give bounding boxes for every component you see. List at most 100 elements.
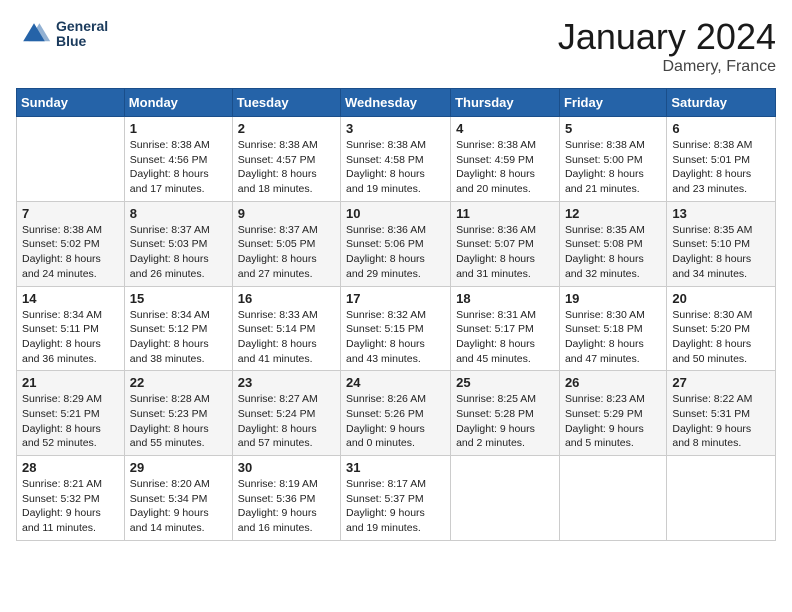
day-info: Sunrise: 8:35 AMSunset: 5:10 PMDaylight:… [672, 223, 770, 282]
day-cell: 14 Sunrise: 8:34 AMSunset: 5:11 PMDayligh… [17, 286, 125, 371]
day-info: Sunrise: 8:33 AMSunset: 5:14 PMDaylight:… [238, 308, 335, 367]
title-area: January 2024 Damery, France [558, 16, 776, 76]
day-cell: 20Sunrise: 8:30 AMSunset: 5:20 PMDayligh… [667, 286, 776, 371]
calendar-body: 1 Sunrise: 8:38 AMSunset: 4:56 PMDaylight… [17, 117, 776, 541]
day-cell [17, 117, 125, 202]
day-number: 11 [456, 206, 554, 221]
day-cell: 5 Sunrise: 8:38 AMSunset: 5:00 PMDaylight… [559, 117, 666, 202]
day-cell: 10 Sunrise: 8:36 AMSunset: 5:06 PMDayligh… [341, 201, 451, 286]
day-number: 13 [672, 206, 770, 221]
day-number: 21 [22, 375, 119, 390]
day-cell: 18Sunrise: 8:31 AMSunset: 5:17 PMDayligh… [451, 286, 560, 371]
logo-line2: Blue [56, 34, 108, 49]
month-title: January 2024 [558, 16, 776, 58]
day-cell [667, 456, 776, 541]
day-cell: 30 Sunrise: 8:19 AMSunset: 5:36 PMDayligh… [232, 456, 340, 541]
day-info: Sunrise: 8:36 AMSunset: 5:07 PMDaylight:… [456, 223, 554, 282]
day-cell: 9Sunrise: 8:37 AMSunset: 5:05 PMDaylight… [232, 201, 340, 286]
week-row-5: 28Sunrise: 8:21 AMSunset: 5:32 PMDayligh… [17, 456, 776, 541]
day-number: 20 [672, 291, 770, 306]
day-cell: 6Sunrise: 8:38 AMSunset: 5:01 PMDaylight… [667, 117, 776, 202]
day-cell: 12 Sunrise: 8:35 AMSunset: 5:08 PMDayligh… [559, 201, 666, 286]
page-header: General Blue January 2024 Damery, France [16, 16, 776, 76]
logo-icon [16, 16, 52, 52]
location-title: Damery, France [558, 58, 776, 76]
logo-text: General Blue [56, 19, 108, 50]
day-cell: 19Sunrise: 8:30 AMSunset: 5:18 PMDayligh… [559, 286, 666, 371]
day-cell: 8 Sunrise: 8:37 AMSunset: 5:03 PMDaylight… [124, 201, 232, 286]
day-cell: 2Sunrise: 8:38 AMSunset: 4:57 PMDaylight… [232, 117, 340, 202]
day-cell [451, 456, 560, 541]
day-number: 14 [22, 291, 119, 306]
day-info: Sunrise: 8:23 AMSunset: 5:29 PMDaylight:… [565, 392, 661, 451]
day-cell [559, 456, 666, 541]
day-info: Sunrise: 8:32 AMSunset: 5:15 PMDaylight:… [346, 308, 445, 367]
day-number: 31 [346, 460, 445, 475]
day-cell: 13 Sunrise: 8:35 AMSunset: 5:10 PMDayligh… [667, 201, 776, 286]
day-number: 24 [346, 375, 445, 390]
day-number: 10 [346, 206, 445, 221]
day-cell: 31Sunrise: 8:17 AMSunset: 5:37 PMDayligh… [341, 456, 451, 541]
day-info: Sunrise: 8:20 AMSunset: 5:34 PMDaylight:… [130, 477, 227, 536]
day-info: Sunrise: 8:38 AMSunset: 5:00 PMDaylight:… [565, 138, 661, 197]
day-cell: 7 Sunrise: 8:38 AMSunset: 5:02 PMDaylight… [17, 201, 125, 286]
logo: General Blue [16, 16, 108, 52]
day-number: 4 [456, 121, 554, 136]
column-header-wednesday: Wednesday [341, 89, 451, 117]
column-header-tuesday: Tuesday [232, 89, 340, 117]
day-info: Sunrise: 8:34 AMSunset: 5:11 PMDaylight:… [22, 308, 119, 367]
day-cell: 11 Sunrise: 8:36 AMSunset: 5:07 PMDayligh… [451, 201, 560, 286]
day-cell: 29 Sunrise: 8:20 AMSunset: 5:34 PMDayligh… [124, 456, 232, 541]
column-header-friday: Friday [559, 89, 666, 117]
day-info: Sunrise: 8:22 AMSunset: 5:31 PMDaylight:… [672, 392, 770, 451]
day-cell: 1 Sunrise: 8:38 AMSunset: 4:56 PMDaylight… [124, 117, 232, 202]
day-number: 3 [346, 121, 445, 136]
logo-line1: General [56, 19, 108, 34]
day-info: Sunrise: 8:38 AMSunset: 4:57 PMDaylight:… [238, 138, 335, 197]
day-number: 7 [22, 206, 119, 221]
day-info: Sunrise: 8:38 AMSunset: 4:59 PMDaylight:… [456, 138, 554, 197]
day-number: 5 [565, 121, 661, 136]
column-header-monday: Monday [124, 89, 232, 117]
calendar-table: SundayMondayTuesdayWednesdayThursdayFrid… [16, 88, 776, 541]
day-number: 23 [238, 375, 335, 390]
day-info: Sunrise: 8:27 AMSunset: 5:24 PMDaylight:… [238, 392, 335, 451]
day-number: 30 [238, 460, 335, 475]
day-info: Sunrise: 8:38 AMSunset: 5:01 PMDaylight:… [672, 138, 770, 197]
day-number: 25 [456, 375, 554, 390]
day-cell: 26Sunrise: 8:23 AMSunset: 5:29 PMDayligh… [559, 371, 666, 456]
day-info: Sunrise: 8:29 AMSunset: 5:21 PMDaylight:… [22, 392, 119, 451]
day-number: 8 [130, 206, 227, 221]
column-header-sunday: Sunday [17, 89, 125, 117]
day-info: Sunrise: 8:21 AMSunset: 5:32 PMDaylight:… [22, 477, 119, 536]
day-info: Sunrise: 8:34 AMSunset: 5:12 PMDaylight:… [130, 308, 227, 367]
day-info: Sunrise: 8:36 AMSunset: 5:06 PMDaylight:… [346, 223, 445, 282]
day-number: 22 [130, 375, 227, 390]
day-number: 27 [672, 375, 770, 390]
day-info: Sunrise: 8:35 AMSunset: 5:08 PMDaylight:… [565, 223, 661, 282]
day-info: Sunrise: 8:28 AMSunset: 5:23 PMDaylight:… [130, 392, 227, 451]
day-info: Sunrise: 8:26 AMSunset: 5:26 PMDaylight:… [346, 392, 445, 451]
day-cell: 4 Sunrise: 8:38 AMSunset: 4:59 PMDaylight… [451, 117, 560, 202]
day-info: Sunrise: 8:38 AMSunset: 4:56 PMDaylight:… [130, 138, 227, 197]
day-info: Sunrise: 8:38 AMSunset: 4:58 PMDaylight:… [346, 138, 445, 197]
day-cell: 25Sunrise: 8:25 AMSunset: 5:28 PMDayligh… [451, 371, 560, 456]
day-number: 29 [130, 460, 227, 475]
day-cell: 17Sunrise: 8:32 AMSunset: 5:15 PMDayligh… [341, 286, 451, 371]
day-cell: 22 Sunrise: 8:28 AMSunset: 5:23 PMDayligh… [124, 371, 232, 456]
day-info: Sunrise: 8:37 AMSunset: 5:03 PMDaylight:… [130, 223, 227, 282]
day-info: Sunrise: 8:19 AMSunset: 5:36 PMDaylight:… [238, 477, 335, 536]
day-cell: 15 Sunrise: 8:34 AMSunset: 5:12 PMDayligh… [124, 286, 232, 371]
day-number: 1 [130, 121, 227, 136]
day-info: Sunrise: 8:38 AMSunset: 5:02 PMDaylight:… [22, 223, 119, 282]
column-header-saturday: Saturday [667, 89, 776, 117]
day-cell: 16 Sunrise: 8:33 AMSunset: 5:14 PMDayligh… [232, 286, 340, 371]
day-number: 12 [565, 206, 661, 221]
column-headers-row: SundayMondayTuesdayWednesdayThursdayFrid… [17, 89, 776, 117]
day-number: 19 [565, 291, 661, 306]
week-row-3: 14 Sunrise: 8:34 AMSunset: 5:11 PMDayligh… [17, 286, 776, 371]
day-number: 16 [238, 291, 335, 306]
day-number: 9 [238, 206, 335, 221]
day-number: 15 [130, 291, 227, 306]
day-cell: 24 Sunrise: 8:26 AMSunset: 5:26 PMDayligh… [341, 371, 451, 456]
